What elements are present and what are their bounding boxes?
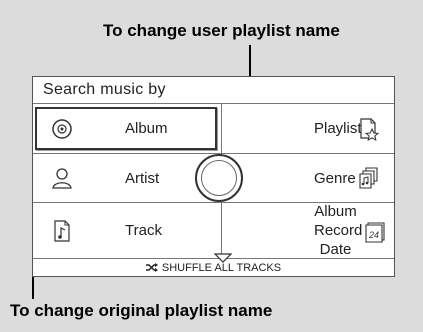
playlist-star-icon xyxy=(357,117,381,141)
calendar-number: 24 xyxy=(368,230,379,240)
menu-item-label: Album Record Date xyxy=(314,202,362,259)
menu-item-artist[interactable]: Artist xyxy=(33,154,221,202)
shuffle-icon xyxy=(145,263,158,272)
calendar-icon: 24 xyxy=(363,219,387,243)
menu-item-track[interactable]: Track xyxy=(33,203,221,258)
selector-knob[interactable] xyxy=(195,154,243,202)
music-note-file-icon xyxy=(50,219,74,243)
label-line-2: Date xyxy=(319,241,352,258)
shuffle-label: SHUFFLE ALL TRACKS xyxy=(161,261,282,274)
screen-title: Search music by xyxy=(43,81,166,98)
menu-item-label: Artist xyxy=(125,169,160,187)
menu-item-album[interactable]: Album xyxy=(33,104,221,153)
genre-files-icon xyxy=(357,166,381,190)
menu-item-playlist[interactable]: Playlist xyxy=(222,104,395,153)
menu-item-label: Playlist xyxy=(314,120,362,137)
shuffle-all-tracks-button[interactable]: SHUFFLE ALL TRACKS xyxy=(33,259,394,276)
label-line-1: Album Record xyxy=(314,203,363,239)
menu-item-label: Track xyxy=(125,222,162,239)
selector-knob-inner xyxy=(201,160,237,196)
person-icon xyxy=(50,166,74,190)
search-music-screen: Search music by Album Playlist Artist Ge… xyxy=(32,76,395,277)
menu-item-label: Genre xyxy=(314,169,356,187)
disc-icon xyxy=(50,117,74,141)
callout-original-playlist: To change original playlist name xyxy=(10,301,273,320)
page: { "callouts": { "top": "To change user p… xyxy=(0,0,423,332)
menu-item-label: Album xyxy=(125,120,168,137)
menu-item-genre[interactable]: Genre xyxy=(222,154,395,202)
callout-user-playlist: To change user playlist name xyxy=(103,21,340,40)
menu-item-album-record-date[interactable]: Album Record Date 24 xyxy=(222,203,395,258)
